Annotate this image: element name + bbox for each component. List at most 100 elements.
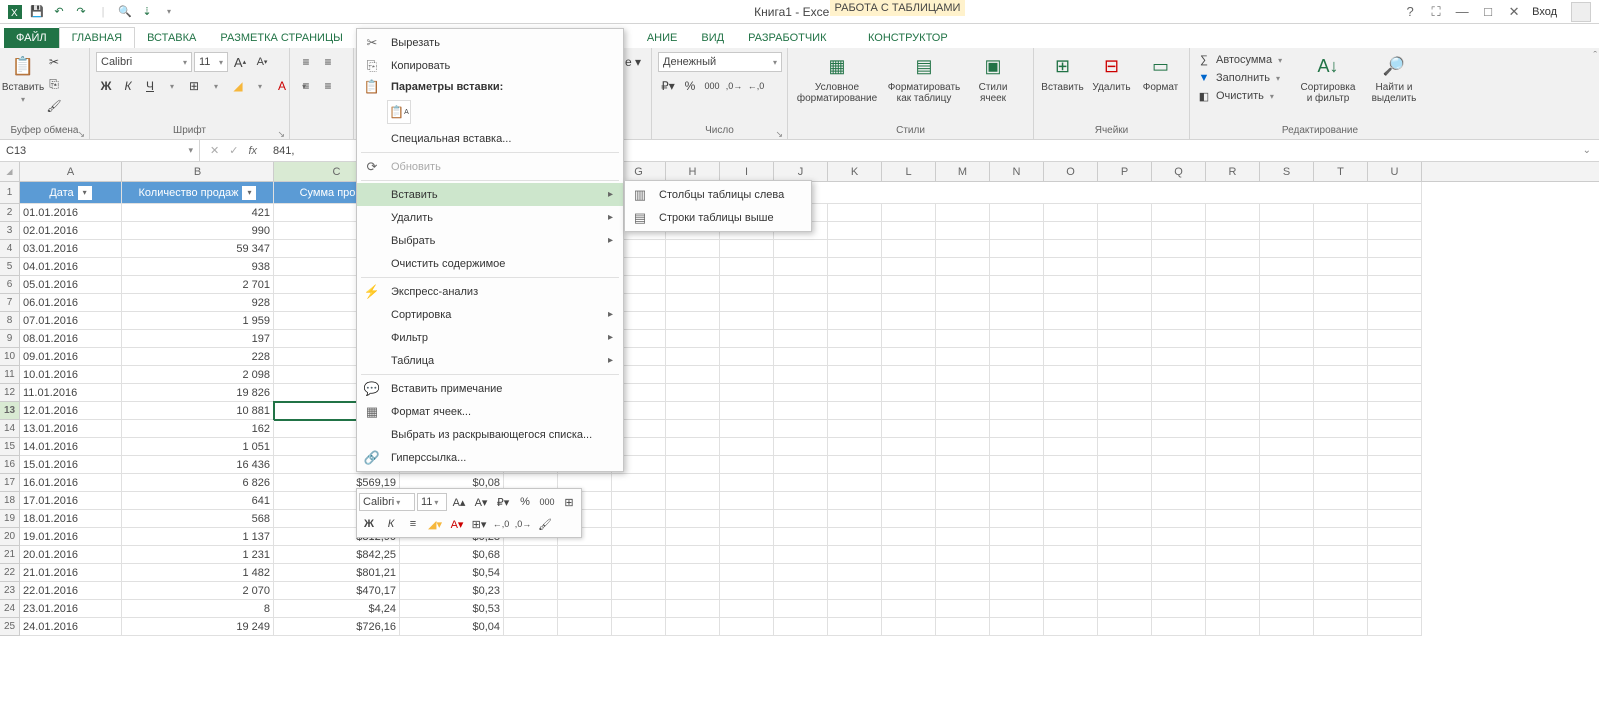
formula-bar[interactable]: 841, — [267, 145, 300, 157]
cell[interactable] — [1260, 294, 1314, 312]
cell[interactable]: 04.01.2016 — [20, 258, 122, 276]
cell[interactable] — [1044, 420, 1098, 438]
redo-icon[interactable]: ↷ — [72, 3, 90, 21]
tab-designer[interactable]: КОНСТРУКТОР — [856, 28, 960, 48]
align-top-icon[interactable]: ≡ — [296, 52, 316, 72]
mini-bold-icon[interactable]: Ж — [359, 514, 379, 534]
cell[interactable] — [1152, 492, 1206, 510]
cell[interactable] — [1098, 528, 1152, 546]
italic-icon[interactable]: К — [118, 76, 138, 96]
tab-review-truncated[interactable]: АНИЕ — [635, 28, 690, 48]
cell[interactable] — [882, 276, 936, 294]
cell[interactable] — [666, 618, 720, 636]
cell[interactable] — [1098, 474, 1152, 492]
format-cells-button[interactable]: ▭Формат — [1138, 52, 1183, 108]
cell[interactable] — [936, 384, 990, 402]
cell[interactable] — [1314, 438, 1368, 456]
cell[interactable] — [1206, 240, 1260, 258]
cell[interactable] — [990, 312, 1044, 330]
cell[interactable] — [1044, 402, 1098, 420]
cell[interactable] — [882, 366, 936, 384]
cell[interactable] — [1260, 348, 1314, 366]
maximize-icon[interactable]: □ — [1480, 4, 1496, 19]
cell[interactable] — [720, 258, 774, 276]
cell[interactable] — [1098, 240, 1152, 258]
cell[interactable] — [990, 546, 1044, 564]
borders-icon[interactable]: ⊞ — [184, 76, 204, 96]
qat-dropdown-icon[interactable]: ▾ — [160, 3, 178, 21]
cell[interactable] — [774, 402, 828, 420]
cell[interactable]: 24.01.2016 — [20, 618, 122, 636]
submenu-cols-left[interactable]: ▥Столбцы таблицы слева — [625, 183, 811, 206]
cell[interactable] — [1044, 600, 1098, 618]
column-header-A[interactable]: A — [20, 162, 122, 181]
cell[interactable] — [774, 438, 828, 456]
cell[interactable] — [936, 222, 990, 240]
cell[interactable] — [1206, 474, 1260, 492]
decrease-decimal-icon[interactable]: ←,0 — [746, 76, 766, 96]
paste-option-default[interactable]: 📋A — [387, 100, 411, 124]
filter-dropdown-icon[interactable]: ▾ — [78, 186, 92, 200]
cell[interactable] — [828, 474, 882, 492]
cell[interactable] — [1368, 366, 1422, 384]
cell[interactable] — [1044, 204, 1098, 222]
cell[interactable] — [936, 348, 990, 366]
cell[interactable]: $842,25 — [274, 546, 400, 564]
cell[interactable] — [774, 312, 828, 330]
cell[interactable] — [882, 510, 936, 528]
cell[interactable] — [990, 258, 1044, 276]
cell[interactable] — [1206, 204, 1260, 222]
cell[interactable] — [612, 528, 666, 546]
cell[interactable] — [828, 438, 882, 456]
cell[interactable] — [666, 366, 720, 384]
cell[interactable] — [720, 276, 774, 294]
column-header-T[interactable]: T — [1314, 162, 1368, 181]
row-header-14[interactable]: 14 — [0, 420, 20, 438]
login-link[interactable]: Вход — [1532, 6, 1557, 18]
cell[interactable] — [1152, 510, 1206, 528]
number-format-combo[interactable]: Денежный▾ — [658, 52, 782, 72]
tab-layout[interactable]: РАЗМЕТКА СТРАНИЦЫ — [208, 28, 354, 48]
cell[interactable] — [774, 528, 828, 546]
cell[interactable] — [1152, 456, 1206, 474]
cell[interactable] — [720, 492, 774, 510]
cell[interactable] — [936, 600, 990, 618]
cell[interactable] — [1098, 366, 1152, 384]
cell[interactable] — [666, 258, 720, 276]
mini-size-combo[interactable]: 11 ▾ — [417, 493, 447, 511]
row-header-5[interactable]: 5 — [0, 258, 20, 276]
cell[interactable] — [774, 384, 828, 402]
cancel-formula-icon[interactable]: ✕ — [210, 144, 219, 157]
cell[interactable] — [1368, 384, 1422, 402]
mini-merge-icon[interactable]: ⊞ — [559, 492, 579, 512]
row-header-8[interactable]: 8 — [0, 312, 20, 330]
cell[interactable]: $0,54 — [400, 564, 504, 582]
ctx-cut[interactable]: ✂Вырезать — [357, 31, 623, 54]
cell[interactable] — [1368, 600, 1422, 618]
row-header-6[interactable]: 6 — [0, 276, 20, 294]
cell[interactable] — [1044, 456, 1098, 474]
cell[interactable] — [1044, 222, 1098, 240]
cell[interactable] — [1314, 510, 1368, 528]
cell[interactable] — [1044, 240, 1098, 258]
align-left-icon[interactable]: ≡ — [296, 76, 316, 96]
mini-decrease-font-icon[interactable]: A▾ — [471, 492, 491, 512]
cell[interactable] — [1260, 564, 1314, 582]
cell[interactable] — [774, 492, 828, 510]
cell[interactable] — [1368, 348, 1422, 366]
cell[interactable] — [1206, 492, 1260, 510]
filter-dropdown-icon[interactable]: ▾ — [242, 186, 256, 200]
cell[interactable] — [1314, 258, 1368, 276]
cell[interactable] — [936, 438, 990, 456]
increase-font-icon[interactable]: A▴ — [230, 52, 250, 72]
cell[interactable] — [1152, 582, 1206, 600]
clear-button[interactable]: ◧Очистить▾ — [1196, 88, 1292, 104]
cell[interactable] — [1152, 564, 1206, 582]
copy-icon[interactable]: ⎘ — [44, 74, 64, 94]
cell[interactable] — [936, 366, 990, 384]
cell[interactable]: $4,24 — [274, 600, 400, 618]
cell[interactable] — [1314, 384, 1368, 402]
ctx-quick-analysis[interactable]: ⚡Экспресс-анализ — [357, 280, 623, 303]
cell[interactable] — [1152, 222, 1206, 240]
sort-filter-button[interactable]: A↓Сортировка и фильтр — [1296, 52, 1360, 108]
